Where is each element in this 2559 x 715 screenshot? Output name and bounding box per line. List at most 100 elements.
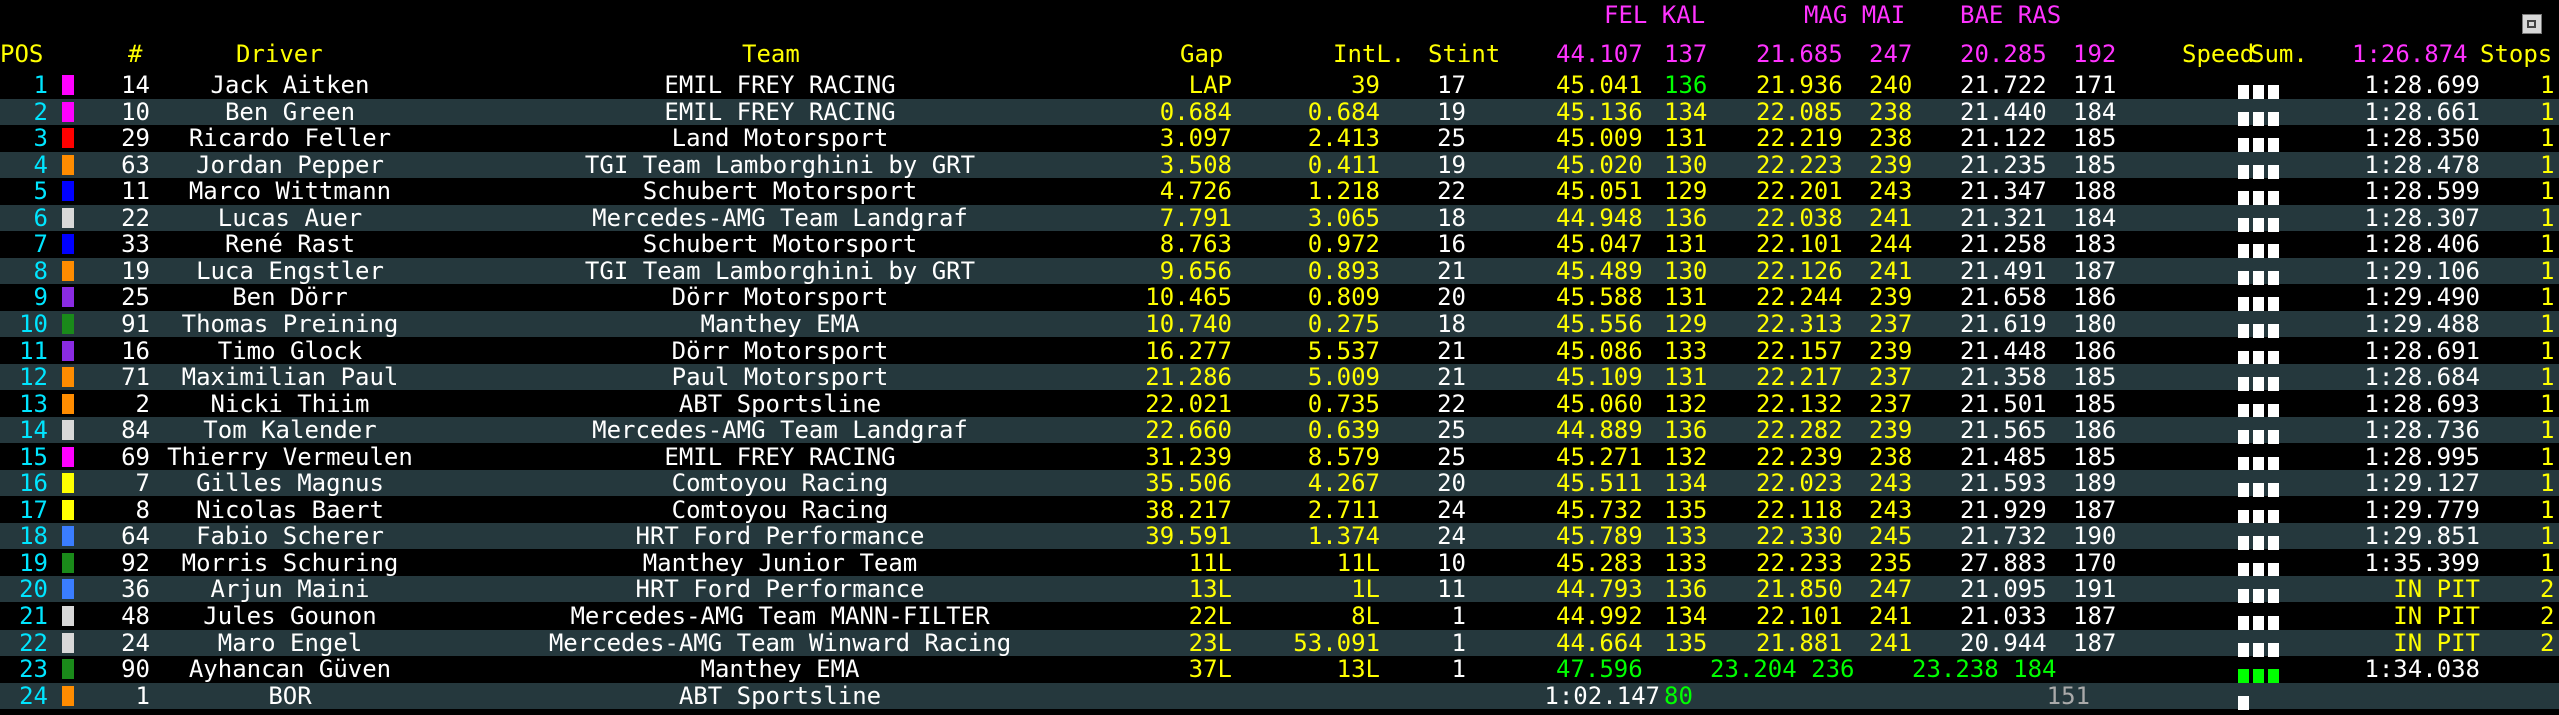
sector-summary-square bbox=[2253, 562, 2264, 577]
table-row[interactable]: 18 64 Fabio Scherer HRT Ford Performance 39.… bbox=[0, 522, 2559, 551]
sector2-time: 22.313 bbox=[1756, 309, 1843, 338]
driver-name: Jules Gounon bbox=[203, 602, 377, 630]
team-color-swatch bbox=[62, 499, 74, 520]
stint: 21 bbox=[1437, 256, 1466, 285]
gap: 9.656 bbox=[1159, 256, 1232, 285]
stint: 11 bbox=[1437, 575, 1466, 604]
team-name: TGI Team Lamborghini by GRT bbox=[584, 256, 976, 285]
gap: 38.217 bbox=[1145, 495, 1232, 524]
gap: 13L bbox=[1188, 575, 1232, 604]
interval: 0.411 bbox=[1307, 150, 1380, 179]
sector1-speed: 129 bbox=[1664, 309, 1708, 338]
pit-stops: 1 bbox=[2540, 150, 2555, 179]
team-color-swatch bbox=[62, 420, 74, 441]
sector-summary-square bbox=[2253, 536, 2264, 551]
stint: 1 bbox=[1451, 602, 1466, 630]
team-color-swatch bbox=[62, 181, 74, 202]
table-row[interactable]: 24 1 BOR ABT Sportsline 1:02.147 80 151 bbox=[0, 681, 2559, 710]
best-s3-speed: 192 bbox=[2073, 40, 2117, 68]
table-row[interactable]: 9 25 Ben Dörr Dörr Motorsport 10.465 0.809 20 4… bbox=[0, 283, 2559, 312]
table-row[interactable]: 20 36 Arjun Maini HRT Ford Performance 13L 1L… bbox=[0, 575, 2559, 604]
table-row[interactable]: 4 63 Jordan Pepper TGI Team Lamborghini by … bbox=[0, 150, 2559, 179]
pit-stops: 1 bbox=[2540, 71, 2555, 99]
sector2-time: 22.157 bbox=[1756, 336, 1843, 365]
driver-name: Jordan Pepper bbox=[196, 150, 384, 179]
last-lap: 1:28.599 bbox=[2364, 177, 2480, 206]
position: 10 bbox=[19, 309, 48, 338]
sector-summary-square bbox=[2238, 695, 2249, 710]
last-lap: 1:29.127 bbox=[2364, 469, 2480, 498]
table-row[interactable]: 12 71 Maximilian Paul Paul Motorsport 21.286… bbox=[0, 364, 2559, 392]
table-row[interactable]: 1 14 Jack Aitken EMIL FREY RACING LAP 39 17 45.… bbox=[0, 71, 2559, 99]
table-row[interactable]: 10 91 Thomas Preining Manthey EMA 10.740 0.27… bbox=[0, 309, 2559, 338]
sector1-speed: 131 bbox=[1664, 283, 1708, 312]
sector3-time: 21.033 bbox=[1960, 602, 2047, 630]
sector3-time: 21.501 bbox=[1960, 389, 2047, 418]
stint: 16 bbox=[1437, 230, 1466, 259]
last-lap: 1:29.779 bbox=[2364, 495, 2480, 524]
position: 14 bbox=[19, 416, 48, 445]
sector3-time: 21.347 bbox=[1960, 177, 2047, 206]
window-restore-icon[interactable] bbox=[2522, 14, 2542, 34]
table-row[interactable]: 3 29 Ricardo Feller Land Motorsport 3.097 2.4… bbox=[0, 125, 2559, 153]
table-row[interactable]: 23 90 Ayhancan Güven Manthey EMA 37L 13L 1 47.5… bbox=[0, 656, 2559, 684]
sector3-speed: 187 bbox=[2073, 495, 2117, 524]
position: 17 bbox=[19, 495, 48, 524]
table-row[interactable]: 21 48 Jules Gounon Mercedes-AMG Team MANN-F… bbox=[0, 602, 2559, 630]
sector1-time: 44.793 bbox=[1556, 575, 1643, 604]
sector1-speed: 134 bbox=[1664, 469, 1708, 498]
best-s2-time: 21.685 bbox=[1756, 40, 1843, 68]
sector3-speed: 170 bbox=[2073, 548, 2117, 577]
table-row[interactable]: 7 33 René Rast Schubert Motorsport 8.763 0.97… bbox=[0, 230, 2559, 259]
sector-summary-square bbox=[2268, 138, 2279, 153]
table-row[interactable]: 16 7 Gilles Magnus Comtoyou Racing 35.506 4.2… bbox=[0, 469, 2559, 498]
sector-summary-square bbox=[2253, 191, 2264, 206]
sector1-speed: 136 bbox=[1664, 575, 1708, 604]
sector2-speed: 239 bbox=[1869, 336, 1913, 365]
table-row[interactable]: 6 22 Lucas Auer Mercedes-AMG Team Landgraf 7… bbox=[0, 203, 2559, 232]
team-color-swatch bbox=[62, 234, 74, 255]
col-team: Team bbox=[742, 40, 800, 68]
table-row[interactable]: 22 24 Maro Engel Mercedes-AMG Team Winward … bbox=[0, 628, 2559, 657]
table-row[interactable]: 17 8 Nicolas Baert Comtoyou Racing 38.217 2.7… bbox=[0, 495, 2559, 524]
driver-name: Nicki Thiim bbox=[210, 389, 370, 418]
sector2-time: 21.881 bbox=[1756, 628, 1843, 657]
stint: 24 bbox=[1437, 522, 1466, 551]
position: 5 bbox=[33, 177, 48, 206]
sector-summary-square bbox=[2253, 642, 2264, 657]
table-row[interactable]: 2 10 Ben Green EMIL FREY RACING 0.684 0.684 19… bbox=[0, 97, 2559, 126]
last-lap: 1:29.106 bbox=[2364, 256, 2480, 285]
sector-summary-square bbox=[2268, 111, 2279, 126]
table-row[interactable]: 8 19 Luca Engstler TGI Team Lamborghini by … bbox=[0, 256, 2559, 285]
sector1-speed: 129 bbox=[1664, 177, 1708, 206]
last-lap: 1:28.661 bbox=[2364, 97, 2480, 126]
sector2-time: 22.233 bbox=[1756, 548, 1843, 577]
sector-summary-square bbox=[2238, 562, 2249, 577]
table-row[interactable]: 19 92 Morris Schuring Manthey Junior Team 11… bbox=[0, 548, 2559, 577]
position: 6 bbox=[33, 203, 48, 232]
team-color-swatch bbox=[62, 154, 74, 175]
sector3-time: 21.929 bbox=[1960, 495, 2047, 524]
table-row[interactable]: 5 11 Marco Wittmann Schubert Motorsport 4.72… bbox=[0, 177, 2559, 206]
best-s2-speed: 247 bbox=[1869, 40, 1913, 68]
gap: 31.239 bbox=[1145, 442, 1232, 471]
sector-summary-square bbox=[2238, 350, 2249, 365]
table-row[interactable]: 11 16 Timo Glock Dörr Motorsport 16.277 5.537… bbox=[0, 336, 2559, 365]
table-row[interactable]: 15 69 Thierry Vermeulen EMIL FREY RACING 31.… bbox=[0, 442, 2559, 471]
stint: 24 bbox=[1437, 495, 1466, 524]
position: 1 bbox=[33, 71, 48, 99]
sector-summary-square bbox=[2268, 589, 2279, 604]
sector1-time: 45.041 bbox=[1556, 71, 1643, 99]
sector1-speed: 80 bbox=[1664, 681, 1693, 710]
pit-stops: 1 bbox=[2540, 522, 2555, 551]
sector3-speed: 187 bbox=[2073, 256, 2117, 285]
team-name: Comtoyou Racing bbox=[671, 469, 889, 498]
table-row[interactable]: 14 84 Tom Kalender Mercedes-AMG Team Landgr… bbox=[0, 416, 2559, 445]
sector-summary-square bbox=[2268, 164, 2279, 179]
table-row[interactable]: 13 2 Nicki Thiim ABT Sportsline 22.021 0.735 2… bbox=[0, 389, 2559, 418]
sector-summary-square bbox=[2268, 270, 2279, 285]
interval: 11L bbox=[1336, 548, 1380, 577]
sector1-time: 45.047 bbox=[1556, 230, 1643, 259]
sector-summary-square bbox=[2268, 456, 2279, 471]
sector2-time: 22.023 bbox=[1756, 469, 1843, 498]
